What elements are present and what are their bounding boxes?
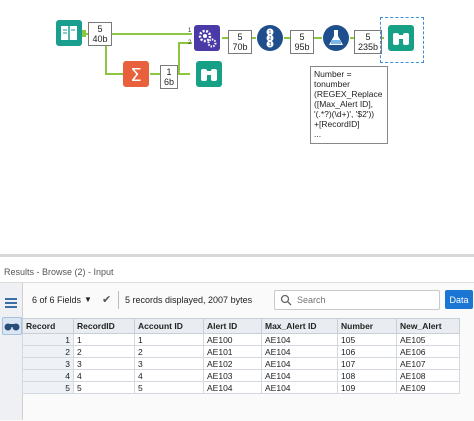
table-cell[interactable]: AE105 — [396, 333, 460, 346]
table-cell[interactable]: 5 — [73, 381, 135, 394]
search-box[interactable] — [274, 290, 440, 310]
workflow-canvas[interactable]: 5 40b Σ 1 6b 1 2 5 70b 1 2 3 5 95b 5 235… — [0, 0, 474, 254]
table-cell[interactable]: AE107 — [396, 357, 460, 370]
column-header[interactable]: Account ID — [134, 318, 204, 334]
table-row[interactable]: 5 5 5 AE104 AE104 109 AE109 — [22, 381, 460, 394]
table-cell[interactable]: 1 — [134, 333, 204, 346]
gears-icon — [198, 29, 217, 48]
input-tool[interactable] — [56, 20, 82, 46]
column-header[interactable]: New_Alert — [396, 318, 460, 334]
record-number-cell[interactable]: 3 — [22, 357, 74, 370]
browse-tool-summarize[interactable] — [196, 61, 222, 87]
browse-tool-main[interactable] — [388, 25, 414, 51]
records-summary: 5 records displayed, 2007 bytes — [125, 295, 253, 305]
summarize-record-badge: 1 6b — [160, 65, 178, 89]
table-cell[interactable]: AE102 — [203, 357, 262, 370]
search-icon — [280, 294, 292, 306]
connector-summarize-up — [178, 42, 180, 74]
table-cell[interactable]: AE104 — [261, 381, 338, 394]
formula-tool[interactable] — [194, 25, 220, 51]
fields-dropdown[interactable]: 6 of 6 Fields — [32, 295, 81, 305]
results-toolbar: 6 of 6 Fields ▼ ✔ 5 records displayed, 2… — [22, 288, 474, 314]
table-cell[interactable]: 106 — [337, 345, 397, 358]
table-cell[interactable]: AE100 — [203, 333, 262, 346]
table-cell[interactable]: 107 — [337, 357, 397, 370]
table-cell[interactable]: AE106 — [396, 345, 460, 358]
column-header[interactable]: Record — [22, 318, 74, 334]
table-body: 1 1 1 AE100 AE104 105 AE105 2 2 2 AE101 AE104 106 AE1… — [22, 333, 460, 394]
table-cell[interactable]: 1 — [73, 333, 135, 346]
input-record-badge: 5 40b — [88, 22, 112, 46]
table-cell[interactable]: 109 — [337, 381, 397, 394]
binoculars-icon — [393, 33, 409, 45]
table-view-button[interactable] — [2, 295, 20, 311]
table-cell[interactable]: 4 — [134, 369, 204, 382]
table-cell[interactable]: AE104 — [261, 345, 338, 358]
formula-record-badge: 5 70b — [228, 30, 252, 54]
panel-divider[interactable] — [0, 254, 474, 257]
table-row[interactable]: 3 3 3 AE102 AE104 107 AE107 — [22, 357, 460, 370]
browse-view-button[interactable] — [2, 317, 22, 335]
formula2-record-badge: 5 235b — [354, 30, 382, 54]
table-cell[interactable]: 5 — [134, 381, 204, 394]
results-table: Record RecordID Account ID Alert ID Max_… — [22, 318, 460, 394]
toolbar-separator — [118, 291, 119, 309]
results-header: Results - Browse (2) - Input — [0, 262, 474, 282]
results-title: Results - Browse (2) - Input — [4, 267, 114, 277]
table-cell[interactable]: AE104 — [261, 357, 338, 370]
table-cell[interactable]: 105 — [337, 333, 397, 346]
formula-annotation: Number = tonumber (REGEX_Replace ([Max_A… — [310, 66, 388, 144]
table-cell[interactable]: AE104 — [261, 333, 338, 346]
table-cell[interactable]: AE108 — [396, 369, 460, 382]
record-number-cell[interactable]: 2 — [22, 345, 74, 358]
record-number-cell[interactable]: 4 — [22, 369, 74, 382]
table-row[interactable]: 1 1 1 AE100 AE104 105 AE105 — [22, 333, 460, 346]
table-cell[interactable]: AE104 — [261, 369, 338, 382]
table-cell[interactable]: AE109 — [396, 381, 460, 394]
column-header[interactable]: Max_Alert ID — [261, 318, 338, 334]
svg-text:3: 3 — [268, 42, 271, 48]
formula-flask-tool[interactable] — [323, 25, 349, 51]
recordid-tool[interactable]: 1 2 3 — [257, 25, 283, 51]
menu-icon — [5, 298, 17, 308]
table-cell[interactable]: AE104 — [203, 381, 262, 394]
numbered-list-icon: 1 2 3 — [266, 28, 274, 48]
binoculars-icon — [201, 69, 217, 81]
chevron-down-icon[interactable]: ▼ — [84, 295, 92, 304]
flask-icon — [329, 30, 343, 45]
table-cell[interactable]: 3 — [73, 357, 135, 370]
svg-text:Σ: Σ — [130, 65, 141, 86]
table-header-row: Record RecordID Account ID Alert ID Max_… — [22, 318, 460, 334]
record-number-cell[interactable]: 5 — [22, 381, 74, 394]
search-input[interactable] — [297, 292, 435, 307]
table-row[interactable]: 4 4 4 AE103 AE104 108 AE108 — [22, 369, 460, 382]
table-row[interactable]: 2 2 2 AE101 AE104 106 AE106 — [22, 345, 460, 358]
table-cell[interactable]: 2 — [134, 345, 204, 358]
table-cell[interactable]: 4 — [73, 369, 135, 382]
table-cell[interactable]: 3 — [134, 357, 204, 370]
input-output-anchor[interactable] — [82, 30, 86, 37]
column-header[interactable]: Number — [337, 318, 397, 334]
data-button[interactable]: Data — [445, 290, 473, 309]
table-cell[interactable]: AE101 — [203, 345, 262, 358]
record-number-cell[interactable]: 1 — [22, 333, 74, 346]
binoculars-icon — [4, 323, 20, 331]
table-cell[interactable]: AE103 — [203, 369, 262, 382]
check-icon[interactable]: ✔ — [102, 293, 111, 306]
summarize-tool[interactable]: Σ — [123, 61, 149, 87]
join-anchor-label-1: 1 — [188, 28, 192, 34]
recordid-record-badge: 5 95b — [290, 30, 314, 54]
connector-to-summarize — [105, 73, 123, 75]
table-cell[interactable]: 2 — [73, 345, 135, 358]
column-header[interactable]: Alert ID — [203, 318, 262, 334]
book-icon — [61, 26, 77, 40]
column-header[interactable]: RecordID — [73, 318, 135, 334]
results-left-strip — [0, 283, 23, 420]
sigma-icon: Σ — [130, 65, 141, 86]
table-cell[interactable]: 108 — [337, 369, 397, 382]
join-anchor-label-2: 2 — [188, 40, 192, 46]
